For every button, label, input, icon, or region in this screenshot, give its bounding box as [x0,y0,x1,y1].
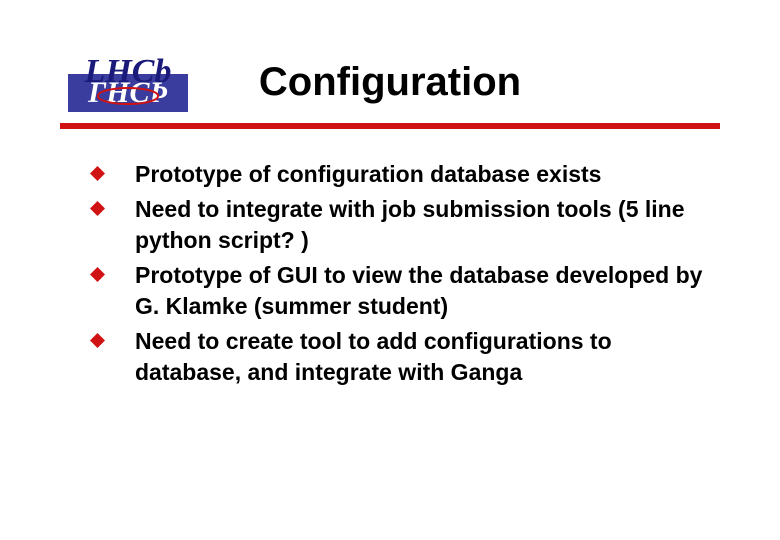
list-item: Need to integrate with job submission to… [90,194,720,256]
header: Configuration [0,0,780,105]
list-item: Prototype of GUI to view the database de… [90,260,720,322]
bullet-text: Need to create tool to add configuration… [135,326,720,388]
bullet-list: Prototype of configuration database exis… [90,159,720,388]
diamond-bullet-icon [90,333,105,348]
list-item: Prototype of configuration database exis… [90,159,720,190]
diamond-bullet-icon [90,267,105,282]
bullet-text: Need to integrate with job submission to… [135,194,720,256]
diamond-bullet-icon [90,166,105,181]
slide: ΓHCÞ LHCb Configuration Prototype of con… [0,0,780,540]
title-wrap: Configuration [60,40,720,105]
list-item: Need to create tool to add configuration… [90,326,720,388]
content: Prototype of configuration database exis… [0,129,780,388]
slide-title: Configuration [60,60,720,105]
bullet-text: Prototype of configuration database exis… [135,159,601,190]
bullet-text: Prototype of GUI to view the database de… [135,260,720,322]
diamond-bullet-icon [90,201,105,216]
